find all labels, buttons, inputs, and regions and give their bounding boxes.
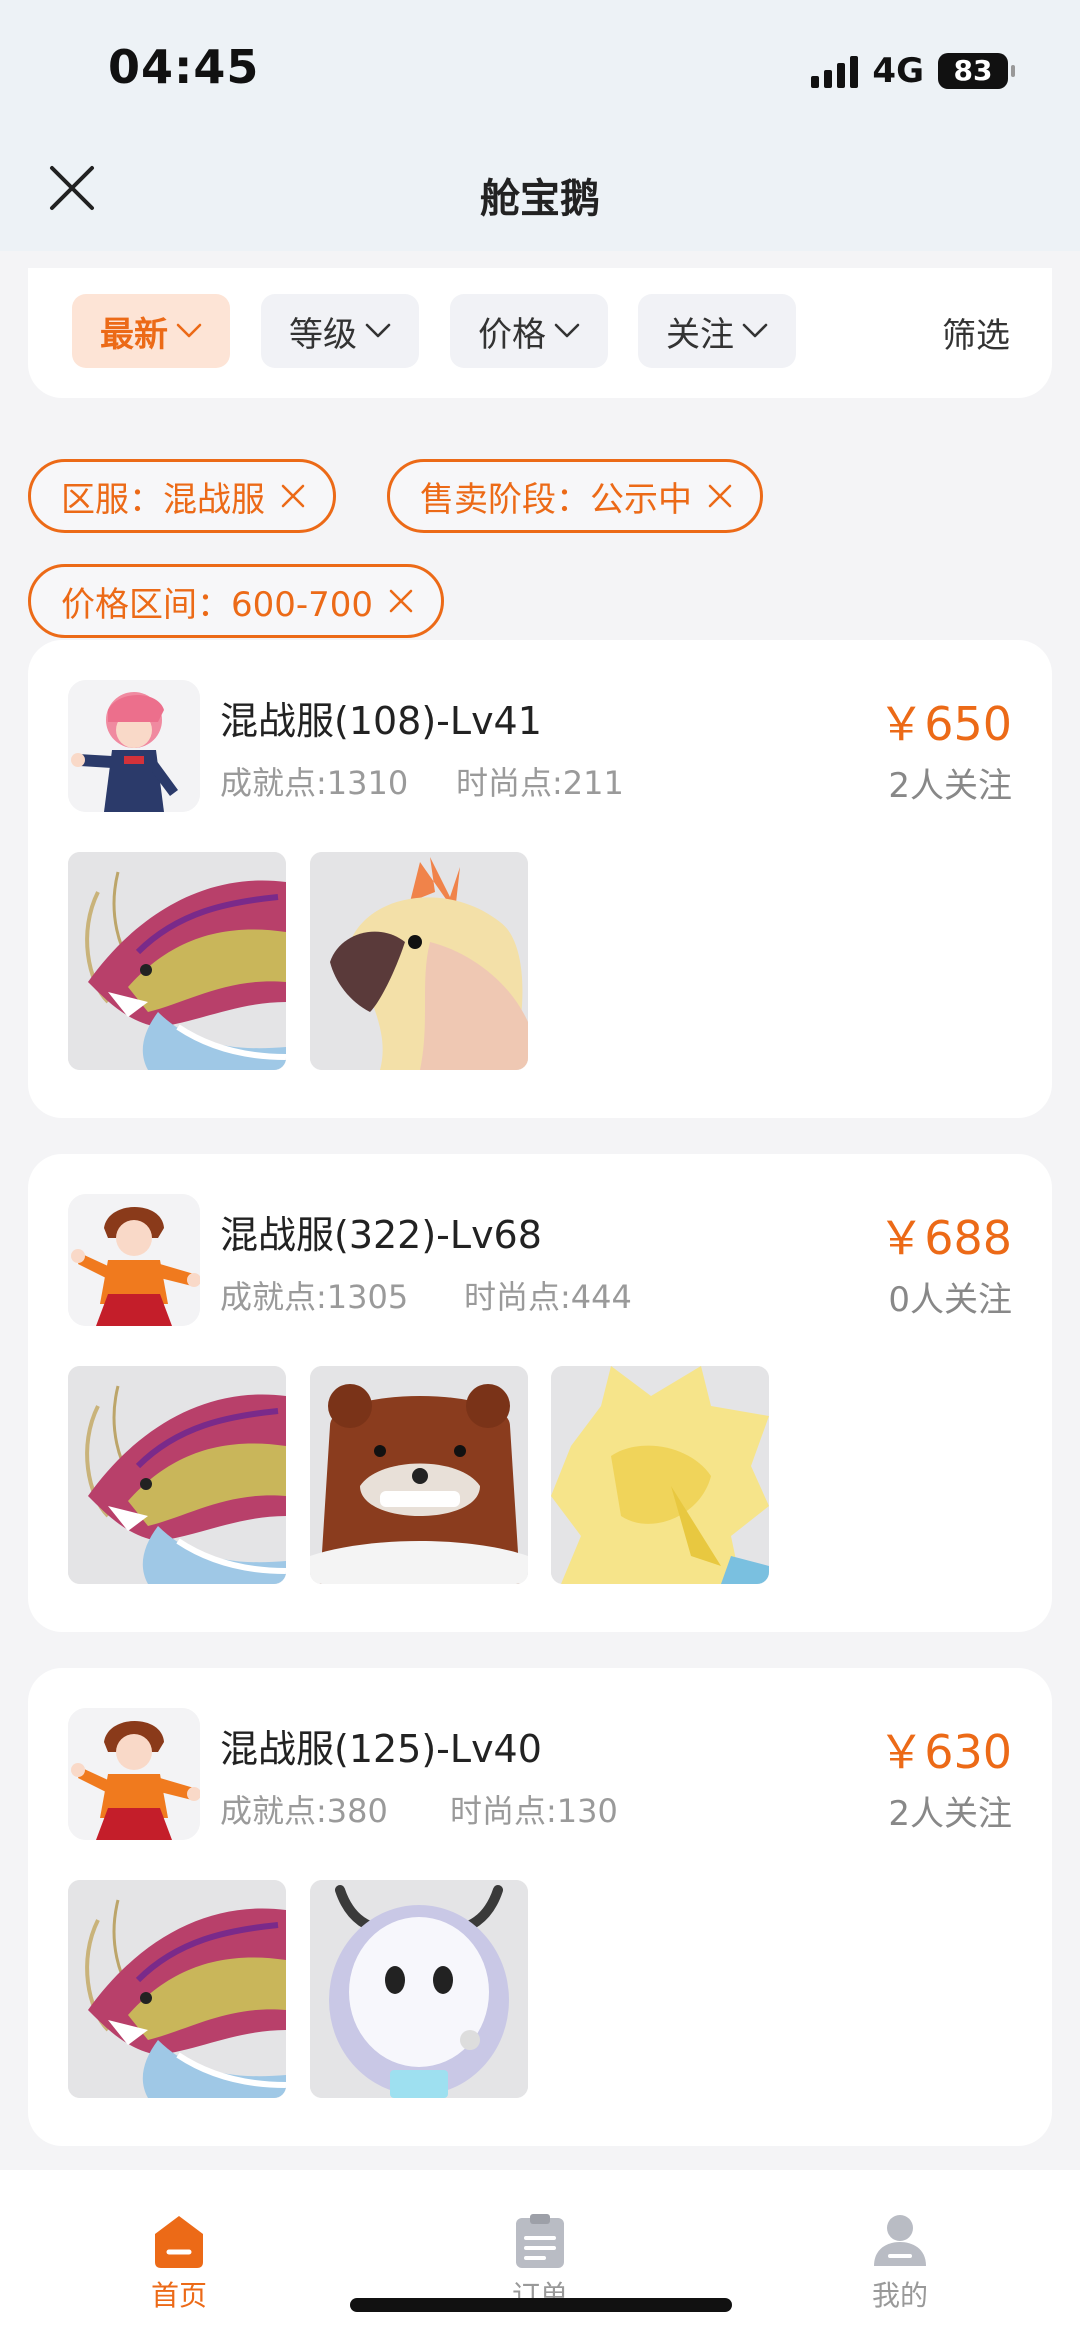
chevron-down-icon: [554, 322, 580, 340]
filter-tag-price-range[interactable]: 价格区间：600-700: [28, 564, 445, 638]
filter-tag-sale-stage[interactable]: 售卖阶段：公示中: [387, 459, 763, 533]
order-icon: [516, 2214, 564, 2268]
filter-tag-label: 区服：混战服: [61, 479, 265, 520]
status-indicators: 4G 83: [811, 50, 1015, 92]
bear-pet-icon: [310, 1366, 528, 1584]
sort-latest-button[interactable]: 最新: [72, 294, 230, 368]
character-avatar: [68, 1708, 200, 1840]
listing-title: 混战服(322)-Lv68: [220, 1213, 542, 1257]
listing-title: 混战服(108)-Lv41: [220, 699, 542, 743]
nav-profile[interactable]: 我的: [840, 2212, 960, 2314]
fashion-points: 时尚点:130: [450, 1792, 618, 1830]
page: 04:45 4G 83 舱宝鹅 最新 等级 价格 关注 筛选 区服：混战服 售卖…: [0, 0, 1080, 2337]
sort-follow-label: 关注: [666, 314, 734, 355]
fashion-points: 时尚点:211: [456, 764, 624, 802]
achievement-points: 成就点:1305: [220, 1278, 409, 1316]
achievement-points: 成就点:1310: [220, 764, 409, 802]
sort-latest-label: 最新: [100, 314, 168, 355]
fashion-points: 时尚点:444: [464, 1278, 632, 1316]
dragon-pet-icon: [68, 1880, 286, 2098]
filter-button[interactable]: 筛选: [942, 308, 1010, 357]
follower-count: 0人关注: [888, 1280, 1012, 1320]
battery-icon: 83: [938, 53, 1015, 89]
profile-icon: [874, 2215, 926, 2266]
nav-home[interactable]: 首页: [119, 2212, 239, 2314]
sort-price-label: 价格: [478, 314, 546, 355]
cockatoo-pet-icon: [310, 852, 528, 1070]
signal-icon: [811, 54, 859, 88]
sort-level-label: 等级: [289, 314, 357, 355]
sort-price-button[interactable]: 价格: [450, 294, 608, 368]
listing-title: 混战服(125)-Lv40: [220, 1727, 542, 1771]
listing-card[interactable]: 混战服(322)-Lv68 成就点:1305 时尚点:444 ￥688 0人关注: [28, 1154, 1052, 1632]
filter-tag-server[interactable]: 区服：混战服: [28, 459, 336, 533]
network-type: 4G: [872, 51, 924, 91]
character-avatar: [68, 680, 200, 812]
chevron-down-icon: [176, 322, 202, 340]
dragon-pet-icon: [68, 852, 286, 1070]
close-icon[interactable]: [706, 482, 734, 510]
sort-follow-button[interactable]: 关注: [638, 294, 796, 368]
robot-cow-pet-icon: [310, 1880, 528, 2098]
header: 04:45 4G 83 舱宝鹅: [0, 0, 1080, 251]
listing-price: ￥688: [878, 1211, 1012, 1265]
listing-card[interactable]: 混战服(108)-Lv41 成就点:1310 时尚点:211 ￥650 2人关注: [28, 640, 1052, 1118]
chevron-down-icon: [365, 322, 391, 340]
golden-lion-pet-icon: [551, 1366, 769, 1584]
status-time: 04:45: [108, 40, 260, 94]
dragon-pet-icon: [68, 1366, 286, 1584]
home-indicator: [350, 2298, 732, 2312]
character-avatar: [68, 1194, 200, 1326]
battery-level: 83: [953, 54, 993, 87]
listing-card[interactable]: 混战服(125)-Lv40 成就点:380 时尚点:130 ￥630 2人关注: [28, 1668, 1052, 2146]
filter-tag-label: 售卖阶段：公示中: [420, 479, 692, 520]
sort-bar: 最新 等级 价格 关注 筛选: [28, 268, 1052, 398]
nav-home-label: 首页: [150, 2279, 207, 2312]
sort-level-button[interactable]: 等级: [261, 294, 419, 368]
home-icon: [155, 2216, 203, 2268]
follower-count: 2人关注: [888, 1794, 1012, 1834]
nav-profile-label: 我的: [871, 2279, 928, 2312]
listing-price: ￥650: [878, 697, 1012, 751]
follower-count: 2人关注: [888, 766, 1012, 806]
filter-tag-label: 价格区间：600-700: [61, 584, 374, 625]
chevron-down-icon: [742, 322, 768, 340]
page-title: 舱宝鹅: [480, 176, 600, 222]
close-icon[interactable]: [279, 482, 307, 510]
close-icon[interactable]: [387, 587, 415, 615]
listing-price: ￥630: [878, 1725, 1012, 1779]
achievement-points: 成就点:380: [220, 1792, 388, 1830]
